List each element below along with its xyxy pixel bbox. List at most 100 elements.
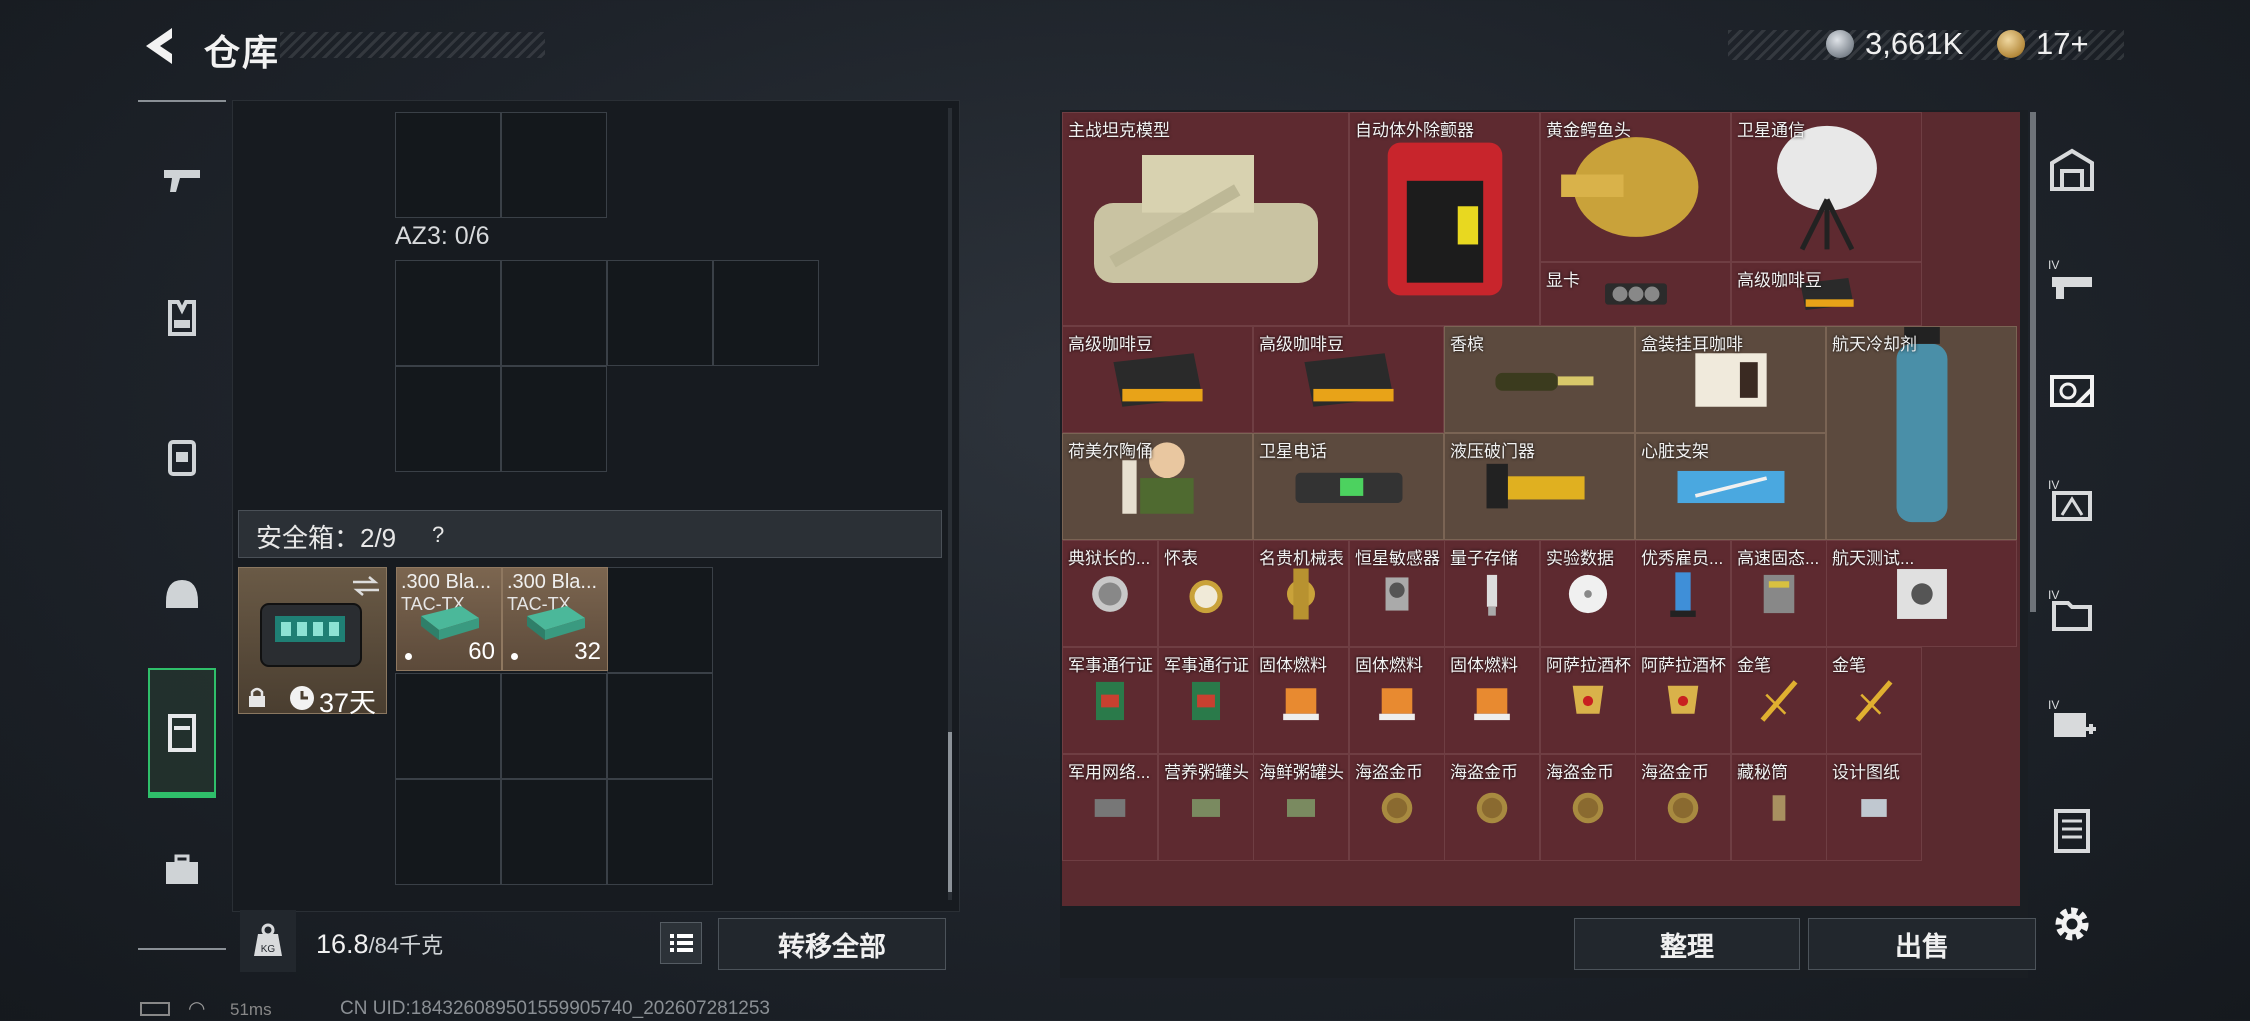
warehouse-item-fuel[interactable]: 固体燃料 — [1253, 647, 1349, 754]
warehouse-item-test-device[interactable]: 航天测试... — [1826, 540, 2017, 647]
warehouse-item-fuel[interactable]: 固体燃料 — [1444, 647, 1540, 754]
sort-button[interactable]: 整理 — [1574, 918, 1800, 970]
warehouse-tab-containers[interactable]: IV — [2040, 556, 2104, 666]
warehouse-item-pen[interactable]: 金笔 — [1826, 647, 1922, 754]
help-icon[interactable]: ? — [432, 522, 444, 548]
warehouse-item-net[interactable]: 军用网络... — [1062, 754, 1158, 861]
warehouse-item-coffee[interactable]: 高级咖啡豆 — [1253, 326, 1444, 433]
weight-icon: KG — [240, 910, 296, 972]
category-weapons[interactable] — [148, 120, 216, 240]
grid-slot[interactable] — [607, 567, 713, 673]
currency-gold[interactable]: 17+ — [2036, 26, 2089, 62]
ammo-item[interactable]: .300 Bla... TAC-TX 32 — [502, 567, 608, 671]
grid-slot[interactable] — [395, 673, 501, 779]
warehouse-item-coolant[interactable]: 航天冷却剂 — [1826, 326, 2017, 540]
warehouse-item-pass[interactable]: 军事通行证 — [1062, 647, 1158, 754]
warehouse-item-pocket-watch[interactable]: 怀表 — [1158, 540, 1254, 647]
warehouse-item-champagne[interactable]: 香槟 — [1444, 326, 1635, 433]
warehouse-item-ssd[interactable]: 高速固态... — [1731, 540, 1827, 647]
grid-slot[interactable] — [501, 260, 607, 366]
category-safe-box[interactable] — [148, 672, 216, 792]
warehouse-item-blueprint[interactable]: 设计图纸 — [1826, 754, 1922, 861]
warehouse-item-coffee[interactable]: 高级咖啡豆 — [1731, 262, 1922, 326]
warehouse-item-usb[interactable]: 量子存储 — [1444, 540, 1540, 647]
warehouse-item-sensor[interactable]: 恒星敏感器 — [1349, 540, 1445, 647]
warehouse-item-can[interactable]: 海鲜粥罐头 — [1253, 754, 1349, 861]
warehouse-item-tank[interactable]: 主战坦克模型 — [1062, 112, 1349, 326]
grid-slot[interactable] — [501, 673, 607, 779]
weight-current: 16.8 — [316, 929, 369, 959]
warehouse-item-stent[interactable]: 心脏支架 — [1635, 433, 1826, 540]
warehouse-item-gold-croc[interactable]: 黄金鳄鱼头 — [1540, 112, 1731, 262]
warehouse-item-coffee-box[interactable]: 盒装挂耳咖啡 — [1635, 326, 1826, 433]
item-label: 阿萨拉酒杯 — [1546, 656, 1631, 675]
valuables-icon — [2050, 375, 2094, 407]
transfer-all-button[interactable]: 转移全部 — [718, 918, 946, 970]
warehouse-item-tube[interactable]: 藏秘筒 — [1731, 754, 1827, 861]
scrollbar-thumb[interactable] — [948, 732, 952, 892]
warehouse-item-coin[interactable]: 海盗金币 — [1540, 754, 1636, 861]
sidebar-top-divider — [138, 100, 226, 102]
warehouse-item-sat-phone[interactable]: 卫星电话 — [1253, 433, 1444, 540]
warehouse-item-disc[interactable]: 实验数据 — [1540, 540, 1636, 647]
warehouse-item-cup[interactable]: 阿萨拉酒杯 — [1540, 647, 1636, 754]
warehouse-item-can[interactable]: 营养粥罐头 — [1158, 754, 1254, 861]
grid-slot[interactable] — [607, 779, 713, 885]
warehouse-item-coin[interactable]: 海盗金币 — [1635, 754, 1731, 861]
sell-button[interactable]: 出售 — [1808, 918, 2036, 970]
swap-icon[interactable] — [351, 574, 381, 598]
warehouse-item-figurine[interactable]: 荷美尔陶俑 — [1062, 433, 1253, 540]
warehouse-item-cup[interactable]: 阿萨拉酒杯 — [1635, 647, 1731, 754]
warehouse-item-watch[interactable]: 名贵机械表 — [1253, 540, 1349, 647]
helmet-icon — [166, 580, 198, 608]
warehouse-tab-misc[interactable] — [2040, 776, 2104, 886]
warehouse-item-pass[interactable]: 军事通行证 — [1158, 647, 1254, 754]
grid-slot[interactable] — [501, 366, 607, 472]
item-label: 荷美尔陶俑 — [1068, 442, 1153, 461]
category-briefcase[interactable] — [148, 810, 216, 930]
category-armor[interactable] — [148, 258, 216, 378]
warehouse-item-pen[interactable]: 金笔 — [1731, 647, 1827, 754]
az3-capacity-label: AZ3: 0/6 — [395, 222, 490, 250]
ammo-item[interactable]: .300 Bla... TAC-TX 60 — [396, 567, 502, 671]
warehouse-item-gpu[interactable]: 显卡 — [1540, 262, 1731, 326]
warehouse-item-trophy[interactable]: 优秀雇员... — [1635, 540, 1731, 647]
grid-slot[interactable] — [607, 673, 713, 779]
grid-slot[interactable] — [501, 779, 607, 885]
ammo-box-icon — [421, 606, 479, 640]
warehouse-tab-valuables[interactable] — [2040, 336, 2104, 446]
grid-slot[interactable] — [395, 260, 501, 366]
item-label: 固体燃料 — [1355, 656, 1423, 675]
warehouse-item-breacher[interactable]: 液压破门器 — [1444, 433, 1635, 540]
item-label: 显卡 — [1546, 271, 1580, 290]
list-view-button[interactable] — [660, 922, 702, 964]
warehouse-scrollbar[interactable] — [2030, 112, 2036, 612]
grid-slot[interactable] — [607, 260, 713, 366]
warehouse-tab-weapons[interactable]: IV — [2040, 226, 2104, 336]
warehouse-item-sat-dish[interactable]: 卫星通信 — [1731, 112, 1922, 262]
back-button[interactable] — [138, 24, 178, 68]
grid-slot[interactable] — [395, 366, 501, 472]
warehouse-item-coin[interactable]: 海盗金币 — [1349, 754, 1445, 861]
gold-coin-icon — [1997, 30, 2025, 58]
safe-box-item[interactable]: 37天 — [238, 567, 387, 718]
warehouse-item-medal[interactable]: 典狱长的... — [1062, 540, 1158, 647]
grid-slot[interactable] — [395, 779, 501, 885]
warehouse-item-coin[interactable]: 海盗金币 — [1444, 754, 1540, 861]
warehouse-item-aed[interactable]: 自动体外除颤器 — [1349, 112, 1540, 326]
item-label: 盒装挂耳咖啡 — [1641, 335, 1743, 354]
grid-slot[interactable] — [713, 260, 819, 366]
grid-slot[interactable] — [501, 112, 607, 218]
rifle-icon: IV — [2048, 258, 2092, 299]
warehouse-tab-all[interactable] — [2040, 116, 2104, 226]
settings-gear-icon[interactable] — [2046, 898, 2098, 950]
warehouse-tab-equipment[interactable]: IV — [2040, 446, 2104, 556]
warehouse-item-fuel[interactable]: 固体燃料 — [1349, 647, 1445, 754]
ammo-count: 60 — [468, 638, 495, 665]
warehouse-tab-medical[interactable]: IV — [2040, 666, 2104, 776]
grid-slot[interactable] — [395, 112, 501, 218]
warehouse-item-coffee[interactable]: 高级咖啡豆 — [1062, 326, 1253, 433]
warehouse-grid: 主战坦克模型 自动体外除颤器 黄金鳄鱼头 卫星通信 显卡 高级咖啡豆 高级咖啡豆 高级咖啡豆香… — [1062, 112, 2020, 906]
category-backpack[interactable] — [148, 396, 216, 516]
category-helmet[interactable] — [148, 534, 216, 654]
